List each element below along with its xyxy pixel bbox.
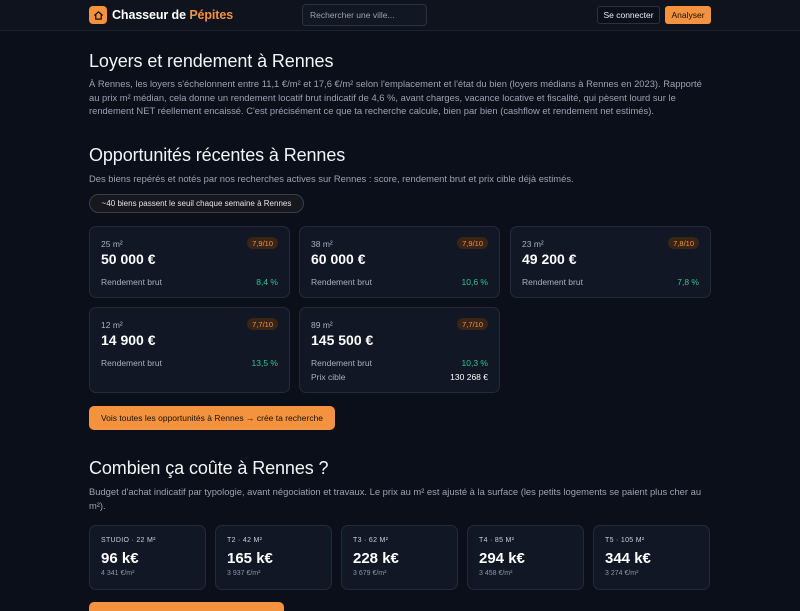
budget-cta-button[interactable] — [89, 602, 284, 611]
logo-text: Chasseur de Pépites — [112, 8, 233, 22]
budget-price-per-m2: 3 458 €/m² — [479, 570, 513, 577]
budget-type: T4 · 85 M² — [479, 537, 515, 544]
budget-price-per-m2: 3 274 €/m² — [605, 570, 639, 577]
budget-card-t4: T4 · 85 M² 294 k€ 3 458 €/m² — [467, 525, 584, 590]
yield-label: Rendement brut — [311, 277, 372, 287]
budget-section-text: Budget d'achat indicatif par typologie, … — [89, 486, 702, 511]
score-badge: 7,9/10 — [457, 237, 488, 249]
yield-label: Rendement brut — [101, 358, 162, 368]
property-surface: 12 m² — [101, 320, 123, 330]
property-surface: 25 m² — [101, 239, 123, 249]
budget-type: STUDIO · 22 M² — [101, 537, 156, 544]
budget-price: 228 k€ — [353, 550, 399, 567]
score-badge: 7,7/10 — [247, 318, 278, 330]
logo-text-accent: Pépites — [189, 8, 234, 22]
analyse-button[interactable]: Analyser — [665, 6, 711, 24]
house-icon — [89, 6, 107, 24]
budget-price-per-m2: 3 937 €/m² — [227, 570, 261, 577]
top-navigation-bar: Chasseur de Pépites Se connecter Analyse… — [0, 0, 800, 31]
budget-card-t2: T2 · 42 M² 165 k€ 3 937 €/m² — [215, 525, 332, 590]
property-price: 145 500 € — [311, 332, 374, 348]
property-card[interactable]: 12 m² 7,7/10 14 900 € Rendement brut 13,… — [89, 307, 290, 393]
target-price-value: 130 268 € — [450, 372, 488, 382]
property-card[interactable]: 23 m² 7,8/10 49 200 € Rendement brut 7,8… — [510, 226, 711, 298]
yield-label: Rendement brut — [522, 277, 583, 287]
budget-card-t5: T5 · 105 M² 344 k€ 3 274 €/m² — [593, 525, 710, 590]
property-card[interactable]: 38 m² 7,9/10 60 000 € Rendement brut 10,… — [299, 226, 500, 298]
login-button[interactable]: Se connecter — [597, 6, 660, 24]
budget-price-per-m2: 3 679 €/m² — [353, 570, 387, 577]
rent-section-text: À Rennes, les loyers s'échelonnent entre… — [89, 78, 702, 116]
budget-type: T5 · 105 M² — [605, 537, 645, 544]
budget-card-t3: T3 · 62 M² 228 k€ 3 679 €/m² — [341, 525, 458, 590]
yield-value: 13,5 % — [251, 358, 278, 368]
budget-section-title: Combien ça coûte à Rennes ? — [89, 458, 329, 478]
see-all-opportunities-button[interactable]: Vois toutes les opportunités à Rennes → … — [89, 406, 335, 430]
property-price: 49 200 € — [522, 251, 577, 267]
score-badge: 7,7/10 — [457, 318, 488, 330]
budget-type: T2 · 42 M² — [227, 537, 263, 544]
budget-card-studio: STUDIO · 22 M² 96 k€ 4 341 €/m² — [89, 525, 206, 590]
property-surface: 23 m² — [522, 239, 544, 249]
budget-price-per-m2: 4 341 €/m² — [101, 570, 135, 577]
budget-price: 96 k€ — [101, 550, 139, 567]
yield-label: Rendement brut — [101, 277, 162, 287]
weekly-count-badge: ~40 biens passent le seuil chaque semain… — [89, 194, 304, 213]
property-price: 50 000 € — [101, 251, 156, 267]
rent-section-title: Loyers et rendement à Rennes — [89, 51, 334, 71]
property-surface: 38 m² — [311, 239, 333, 249]
opportunities-section-title: Opportunités récentes à Rennes — [89, 145, 346, 165]
budget-price: 165 k€ — [227, 550, 273, 567]
yield-value: 10,6 % — [461, 277, 488, 287]
opportunities-subtitle: Des biens repérés et notés par nos reche… — [89, 173, 574, 184]
yield-value: 10,3 % — [461, 358, 488, 368]
logo[interactable]: Chasseur de Pépites — [89, 6, 233, 24]
city-search-input[interactable] — [302, 4, 427, 26]
logo-text-main: Chasseur de — [112, 8, 190, 22]
score-badge: 7,9/10 — [247, 237, 278, 249]
yield-value: 8,4 % — [256, 277, 278, 287]
property-price: 60 000 € — [311, 251, 366, 267]
budget-price: 294 k€ — [479, 550, 525, 567]
property-price: 14 900 € — [101, 332, 156, 348]
property-card[interactable]: 89 m² 7,7/10 145 500 € Rendement brut 10… — [299, 307, 500, 393]
yield-label: Rendement brut — [311, 358, 372, 368]
yield-value: 7,8 % — [677, 277, 699, 287]
budget-type: T3 · 62 M² — [353, 537, 389, 544]
property-card[interactable]: 25 m² 7,9/10 50 000 € Rendement brut 8,4… — [89, 226, 290, 298]
target-price-label: Prix cible — [311, 372, 346, 382]
property-surface: 89 m² — [311, 320, 333, 330]
score-badge: 7,8/10 — [668, 237, 699, 249]
budget-price: 344 k€ — [605, 550, 651, 567]
